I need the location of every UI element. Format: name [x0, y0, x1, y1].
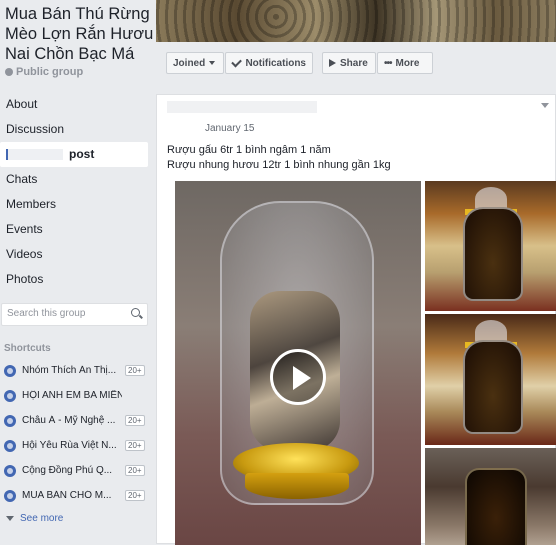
nav-item-chats[interactable]: Chats: [0, 167, 156, 192]
shortcut-name: MUA BÁN CHÓ M...: [22, 490, 112, 501]
more-label: More: [395, 57, 420, 69]
group-privacy: Public group: [5, 66, 83, 78]
group-privacy-label: Public group: [16, 66, 84, 78]
see-more-label: See more: [20, 512, 64, 524]
nav-item-about[interactable]: About: [0, 92, 156, 117]
redacted-author: [167, 101, 317, 113]
post-photo-thumbnail[interactable]: [425, 314, 556, 445]
shortcut-name: Cộng Đồng Phú Q...: [22, 465, 113, 476]
notification-badge: 20+: [125, 440, 145, 451]
notifications-label: Notifications: [245, 57, 306, 69]
shortcut-item[interactable]: Nhóm Thích Ăn Thị... 20+: [4, 358, 154, 383]
group-sidebar: Mua Bán Thú Rừng Mèo Lợn Rắn Hươu Nai Ch…: [0, 0, 156, 544]
caret-down-icon: [209, 61, 216, 65]
group-search-input[interactable]: Search this group: [1, 303, 148, 326]
group-action-bar: Joined Notifications Share ••• More: [156, 42, 556, 91]
shortcut-item[interactable]: MUA BÁN CHÓ M... 20+: [4, 483, 154, 508]
shortcuts-list: Nhóm Thích Ăn Thị... 20+ HỘI ANH EM BA MI…: [4, 358, 154, 528]
group-icon: [4, 439, 16, 452]
notification-badge: 20+: [125, 365, 145, 376]
globe-icon: [5, 68, 13, 76]
post-options-icon[interactable]: [541, 103, 549, 108]
notification-badge: 20+: [125, 490, 145, 501]
group-icon: [4, 489, 16, 502]
search-placeholder: Search this group: [7, 308, 86, 319]
nav-item-events[interactable]: Events: [0, 217, 156, 242]
group-icon: [4, 389, 16, 402]
post-photo-thumbnail[interactable]: [425, 448, 556, 545]
post-line: Rượu gấu 6tr 1 bình ngâm 1 năm: [167, 144, 331, 156]
shortcut-item[interactable]: Châu Á - Mỹ Nghệ ... 20+: [4, 408, 154, 433]
check-icon: [231, 56, 243, 67]
jar-gold-foot: [245, 473, 349, 499]
group-icon: [4, 464, 16, 477]
nav-item-post-label: post: [69, 147, 95, 161]
wine-jar: [465, 468, 527, 545]
shortcut-item[interactable]: Hội Yêu Rùa Việt N... 20+: [4, 433, 154, 458]
group-title[interactable]: Mua Bán Thú Rừng Mèo Lợn Rắn Hươu Nai Ch…: [5, 4, 155, 64]
redacted-label: [6, 149, 63, 161]
group-icon: [4, 364, 16, 377]
nav-item-post[interactable]: post: [0, 142, 148, 167]
post-message: Rượu gấu 6tr 1 bình ngâm 1 năm Rượu nhun…: [167, 143, 391, 173]
wine-jar: [463, 207, 523, 301]
shortcuts-heading: Shortcuts: [4, 343, 51, 354]
notifications-button[interactable]: Notifications: [225, 52, 313, 74]
nav-item-discussion[interactable]: Discussion: [0, 117, 156, 142]
post-video[interactable]: [175, 181, 421, 545]
joined-label: Joined: [173, 57, 206, 69]
more-button[interactable]: ••• More: [377, 52, 433, 74]
nav-item-videos[interactable]: Videos: [0, 242, 156, 267]
play-icon[interactable]: [270, 349, 326, 405]
post-card: January 15 Rượu gấu 6tr 1 bình ngâm 1 nă…: [156, 94, 556, 545]
more-icon: •••: [384, 57, 392, 69]
post-header: [157, 95, 556, 123]
shortcut-name: Nhóm Thích Ăn Thị...: [22, 365, 117, 376]
share-label: Share: [340, 57, 368, 69]
nav-item-members[interactable]: Members: [0, 192, 156, 217]
share-button[interactable]: Share: [322, 52, 376, 74]
chevron-down-icon: [6, 515, 14, 521]
notification-badge: 20+: [125, 415, 145, 426]
shortcut-item[interactable]: Cộng Đồng Phú Q... 20+: [4, 458, 154, 483]
see-more-link[interactable]: See more: [4, 508, 154, 528]
group-nav: About Discussion post Chats Members Even…: [0, 92, 156, 292]
nav-item-photos[interactable]: Photos: [0, 267, 156, 292]
shortcut-name: Hội Yêu Rùa Việt N...: [22, 440, 117, 451]
shortcut-name: HỘI ANH EM BA MIỀN: [22, 390, 122, 401]
group-icon: [4, 414, 16, 427]
notification-badge: 20+: [125, 465, 145, 476]
cover-photo[interactable]: [156, 0, 556, 42]
shortcut-name: Châu Á - Mỹ Nghệ ...: [22, 415, 116, 426]
post-photo-thumbnail[interactable]: [425, 181, 556, 311]
search-icon[interactable]: [131, 308, 140, 317]
shortcut-item[interactable]: HỘI ANH EM BA MIỀN: [4, 383, 154, 408]
post-line: Rượu nhung hươu 12tr 1 bình nhung gần 1k…: [167, 159, 391, 171]
wine-jar: [463, 340, 523, 434]
post-date[interactable]: January 15: [205, 123, 254, 134]
joined-button[interactable]: Joined: [166, 52, 224, 74]
share-icon: [329, 59, 336, 67]
